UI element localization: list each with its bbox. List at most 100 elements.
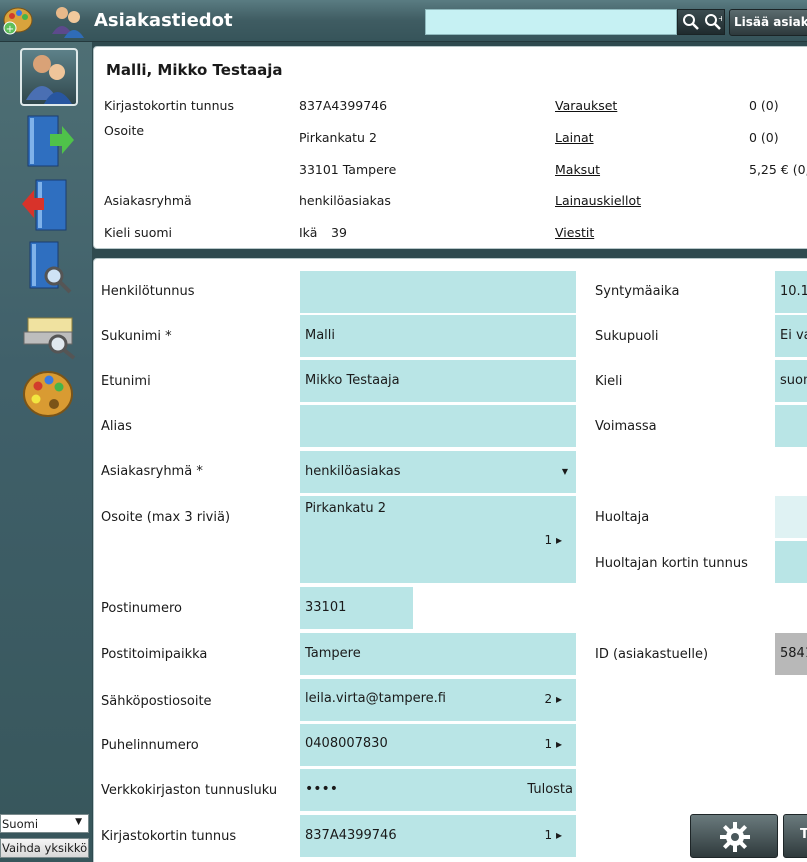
chevron-down-icon: ▼: [75, 817, 82, 827]
valid-until-label: Voimassa: [595, 419, 657, 434]
checkout-book-icon: [27, 115, 74, 167]
valid-until-field[interactable]: [775, 405, 807, 447]
loans-value: 0 (0): [749, 130, 779, 145]
group-select-label: Asiakasryhmä *: [101, 464, 203, 479]
guardian-card-label: Huoltajan kortin tunnus: [595, 556, 748, 571]
pin-value: ••••: [305, 781, 339, 797]
ssn-label: Henkilötunnus: [101, 284, 195, 299]
reservations-value: 0 (0): [749, 98, 779, 113]
phone-label: Puhelinnumero: [101, 738, 199, 753]
print-pin-button[interactable]: Tulosta: [527, 782, 573, 797]
add-customer-button[interactable]: Lisää asiak: [729, 9, 807, 36]
fees-value: 5,25 € (0,: [749, 162, 807, 177]
pin-label: Verkkokirjaston tunnusluku: [101, 783, 278, 798]
ssn-field[interactable]: [300, 271, 576, 313]
advanced-search-icon[interactable]: +: [704, 13, 722, 31]
language-select-value: Suomi: [2, 817, 39, 831]
sidebar: Suomi ▼ Vaihda yksikkö: [0, 42, 92, 862]
city-label: Postitoimipaikka: [101, 647, 208, 662]
card-value: 837A4399746: [299, 98, 388, 113]
card-count[interactable]: 1 ▸: [545, 828, 562, 842]
email-count[interactable]: 2 ▸: [545, 692, 562, 706]
street-value: Pirkankatu 2: [299, 130, 377, 145]
palette-logo-icon[interactable]: +: [2, 4, 34, 36]
svg-text:+: +: [6, 24, 14, 35]
language-field-value: suom: [780, 373, 807, 388]
address-field[interactable]: Pirkankatu 2 1 ▸: [300, 496, 576, 583]
reservations-link[interactable]: Varaukset: [555, 98, 617, 113]
messages-link[interactable]: Viestit: [555, 225, 594, 240]
group-select[interactable]: henkilöasiakas ▼: [300, 451, 576, 493]
group-label: Asiakasryhmä: [104, 193, 192, 208]
alias-label: Alias: [101, 419, 132, 434]
postcode-label: Postinumero: [101, 601, 182, 616]
sidebar-item-return[interactable]: [20, 176, 78, 234]
dropdown-arrow-icon: ▼: [561, 467, 568, 476]
group-value: henkilöasiakas: [299, 193, 391, 208]
surname-label: Sukunimi *: [101, 329, 172, 344]
search-buttons: +: [677, 9, 725, 35]
language-field-label: Kieli: [595, 374, 623, 389]
gear-icon: [720, 822, 750, 852]
card-field-value: 837A4399746: [305, 828, 397, 843]
postcode-field[interactable]: 33101: [300, 587, 413, 629]
address-count[interactable]: 1 ▸: [545, 533, 562, 547]
surname-value: Malli: [305, 328, 336, 343]
guardian-label: Huoltaja: [595, 510, 650, 525]
firstname-field[interactable]: Mikko Testaaja: [300, 360, 576, 402]
gender-value: Ei va: [780, 328, 807, 343]
search-icon[interactable]: [682, 13, 700, 31]
customer-summary: Malli, Mikko Testaaja Kirjastokortin tun…: [93, 46, 807, 249]
email-value: leila.virta@tampere.fi: [305, 691, 447, 706]
users-icon: [52, 7, 84, 38]
sidebar-item-payments[interactable]: [20, 304, 78, 362]
settings-button[interactable]: [690, 814, 778, 858]
card-field-label: Kirjastokortin tunnus: [101, 829, 237, 844]
gender-select[interactable]: Ei va: [775, 315, 807, 357]
postcode-value: 33101: [305, 600, 347, 615]
support-id-value: 5841: [780, 646, 807, 661]
email-label: Sähköpostiosoite: [101, 694, 212, 709]
firstname-value: Mikko Testaaja: [305, 373, 400, 388]
language-label: Kieli suomi: [104, 225, 173, 240]
card-field[interactable]: 837A4399746 1 ▸: [300, 815, 576, 857]
pin-field[interactable]: •••• Tulosta: [300, 769, 576, 811]
age-label: Ikä: [299, 225, 318, 240]
sidebar-item-customers[interactable]: [20, 48, 78, 106]
language-field[interactable]: suom: [775, 360, 807, 402]
fees-link[interactable]: Maksut: [555, 162, 600, 177]
phone-field[interactable]: 0408007830 1 ▸: [300, 724, 576, 766]
loan-bans-link[interactable]: Lainauskiellot: [555, 193, 641, 208]
change-unit-button[interactable]: Vaihda yksikkö: [0, 838, 89, 858]
save-button[interactable]: T: [783, 814, 807, 858]
age-value: 39: [331, 225, 347, 240]
city-field[interactable]: Tampere: [300, 633, 576, 675]
email-field[interactable]: leila.virta@tampere.fi 2 ▸: [300, 679, 576, 721]
sidebar-item-checkout[interactable]: [20, 112, 78, 170]
alias-field[interactable]: [300, 405, 576, 447]
return-book-icon: [22, 179, 67, 231]
birthdate-field[interactable]: 10.1: [775, 271, 807, 313]
guardian-field[interactable]: [775, 496, 807, 538]
surname-field[interactable]: Malli: [300, 315, 576, 357]
loans-link[interactable]: Lainat: [555, 130, 594, 145]
group-select-value: henkilöasiakas: [305, 464, 401, 479]
gender-label: Sukupuoli: [595, 329, 659, 344]
search-input[interactable]: [425, 9, 677, 35]
address-value: Pirkankatu 2: [305, 501, 387, 516]
phone-count[interactable]: 1 ▸: [545, 737, 562, 751]
customers-icon: [26, 55, 72, 104]
firstname-label: Etunimi: [101, 374, 151, 389]
support-id-label: ID (asiakastuelle): [595, 647, 709, 662]
postal-city-value: 33101 Tampere: [299, 162, 397, 177]
sidebar-item-appearance[interactable]: [20, 366, 78, 424]
language-select[interactable]: Suomi ▼: [0, 814, 89, 833]
address-label: Osoite: [104, 123, 145, 138]
search-book-icon: [29, 241, 72, 294]
customer-name: Malli, Mikko Testaaja: [106, 61, 283, 79]
address-field-label: Osoite (max 3 riviä): [101, 510, 231, 525]
sidebar-item-search-book[interactable]: [20, 238, 78, 296]
card-label: Kirjastokortin tunnus: [104, 98, 234, 113]
guardian-card-field[interactable]: [775, 541, 807, 583]
birthdate-label: Syntymäaika: [595, 284, 680, 299]
